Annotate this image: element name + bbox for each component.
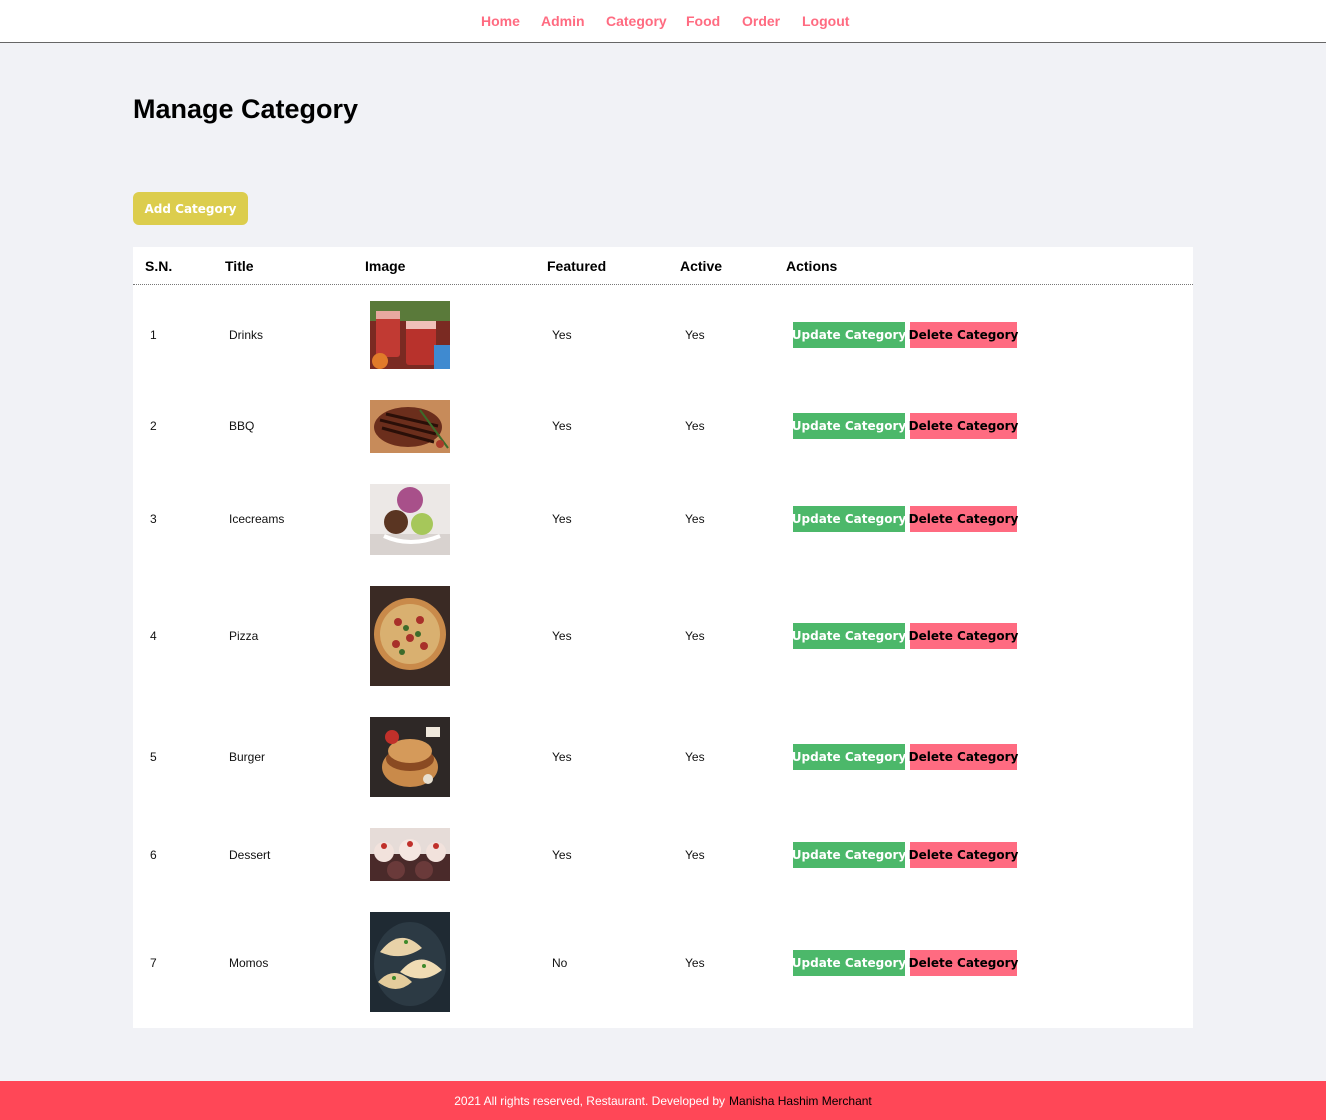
delete-category-button[interactable]: Delete Category — [909, 841, 1018, 868]
row-title: Dessert — [229, 847, 271, 862]
row-sn: 6 — [150, 847, 157, 862]
table-row: 5 Burger Yes Yes Update Category Delete … — [133, 701, 1193, 812]
nav-link-order[interactable]: Order — [742, 13, 780, 29]
row-sn: 4 — [150, 628, 157, 643]
row-title: Momos — [229, 955, 269, 970]
delete-category-button[interactable]: Delete Category — [909, 413, 1018, 439]
row-featured: Yes — [552, 749, 572, 764]
add-category-button[interactable]: Add Category — [133, 192, 248, 225]
footer-text: 2021 All rights reserved, Restaurant. De… — [454, 1093, 726, 1108]
row-featured: Yes — [552, 847, 572, 862]
row-featured: No — [552, 955, 568, 970]
column-header-featured: Featured — [547, 258, 607, 274]
table-row: 1 Drinks Yes Yes Update Category Delete … — [133, 285, 1193, 384]
update-category-button[interactable]: Update Category — [792, 841, 906, 868]
page-title: Manage Category — [133, 94, 359, 124]
table-row: 7 Momos No Yes Update Category Delete Ca… — [133, 897, 1193, 1028]
table-header: S.N. Title Image Featured Active Actions — [133, 247, 1193, 285]
row-title: Pizza — [229, 628, 259, 643]
nav-link-admin[interactable]: Admin — [541, 13, 585, 29]
table-row: 6 Dessert Yes Yes Update Category Delete… — [133, 812, 1193, 897]
footer: 2021 All rights reserved, Restaurant. De… — [0, 1081, 1326, 1120]
update-category-button[interactable]: Update Category — [792, 413, 906, 439]
nav-link-logout[interactable]: Logout — [802, 13, 849, 29]
column-header-active: Active — [680, 258, 723, 274]
delete-category-button[interactable]: Delete Category — [909, 321, 1018, 348]
nav-link-category[interactable]: Category — [606, 13, 667, 29]
update-category-button[interactable]: Update Category — [792, 622, 906, 649]
row-active: Yes — [685, 327, 705, 342]
row-featured: Yes — [552, 512, 572, 526]
table-row: 3 Icecreams Yes Yes Update Category Dele… — [133, 468, 1193, 570]
row-active: Yes — [685, 847, 705, 862]
bbq-image — [370, 400, 450, 453]
row-sn: 3 — [150, 512, 157, 526]
table-row: 4 Pizza Yes Yes Update Category Delete C… — [133, 570, 1193, 701]
drinks-image — [370, 301, 450, 369]
row-title: Burger — [229, 749, 266, 764]
row-title: Icecreams — [229, 512, 285, 526]
column-header-sn: S.N. — [145, 258, 173, 274]
row-title: Drinks — [229, 327, 264, 342]
nav-link-home[interactable]: Home — [481, 13, 520, 29]
update-category-button[interactable]: Update Category — [792, 743, 906, 770]
top-nav: Home Admin Category Food Order Logout — [0, 0, 1326, 43]
row-active: Yes — [685, 955, 705, 970]
row-title: BBQ — [229, 419, 255, 433]
update-category-button[interactable]: Update Category — [792, 506, 906, 532]
icecreams-image — [370, 484, 450, 555]
column-header-image: Image — [365, 258, 406, 274]
delete-category-button[interactable]: Delete Category — [909, 743, 1018, 770]
row-featured: Yes — [552, 419, 572, 433]
burger-image — [370, 717, 450, 797]
delete-category-button[interactable]: Delete Category — [909, 506, 1018, 532]
row-active: Yes — [685, 749, 705, 764]
pizza-image — [370, 586, 450, 686]
row-featured: Yes — [552, 628, 572, 643]
update-category-button[interactable]: Update Category — [792, 321, 906, 348]
nav-link-food[interactable]: Food — [686, 13, 720, 29]
row-sn: 1 — [150, 327, 157, 342]
row-active: Yes — [685, 419, 705, 433]
momos-image — [370, 912, 450, 1012]
delete-category-button[interactable]: Delete Category — [909, 622, 1018, 649]
update-category-button[interactable]: Update Category — [792, 949, 906, 976]
row-featured: Yes — [552, 327, 572, 342]
column-header-actions: Actions — [786, 258, 838, 274]
row-sn: 5 — [150, 749, 157, 764]
row-sn: 2 — [150, 419, 157, 433]
row-sn: 7 — [150, 955, 157, 970]
column-header-title: Title — [225, 258, 254, 274]
table-row: 2 BBQ Yes Yes Update Category Delete Cat… — [133, 384, 1193, 468]
row-active: Yes — [685, 512, 705, 526]
dessert-image — [370, 828, 450, 881]
footer-author: Manisha Hashim Merchant — [729, 1093, 872, 1108]
delete-category-button[interactable]: Delete Category — [909, 949, 1018, 976]
row-active: Yes — [685, 628, 705, 643]
category-table: S.N. Title Image Featured Active Actions… — [133, 247, 1193, 1028]
